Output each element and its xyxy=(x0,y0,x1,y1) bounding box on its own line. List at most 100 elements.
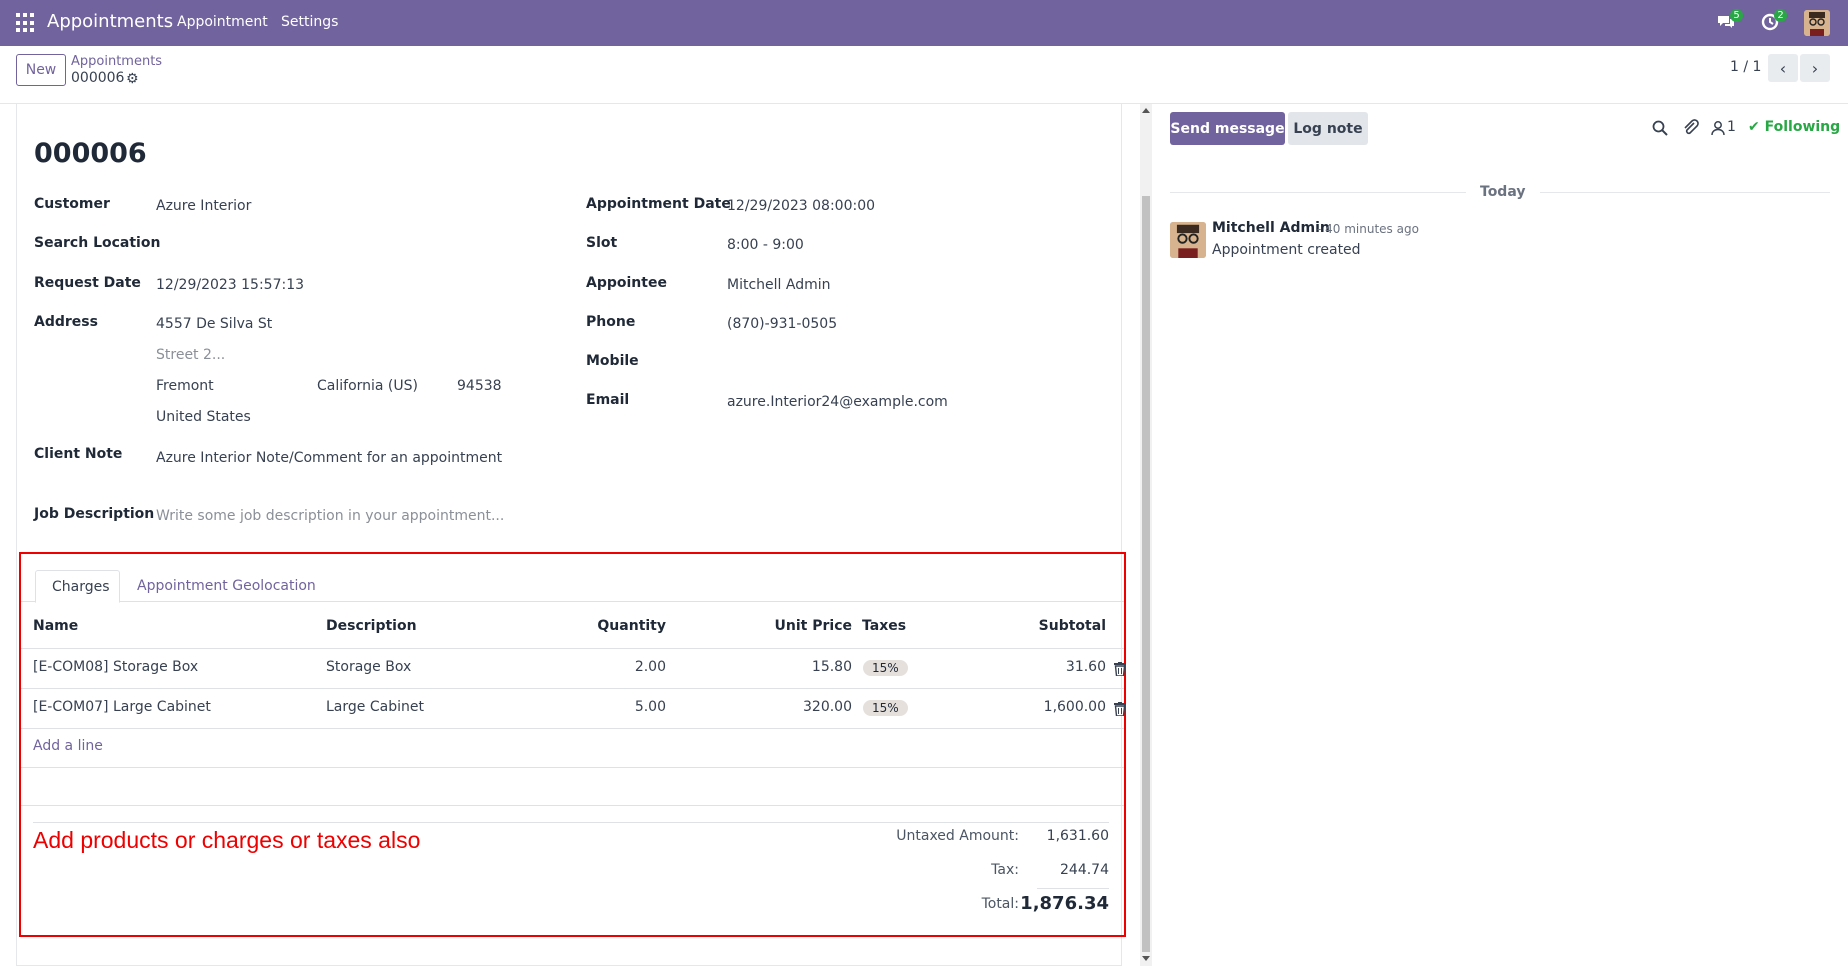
header-divider xyxy=(21,648,1124,649)
message-time: - 40 minutes ago xyxy=(1317,222,1419,236)
tax-badge[interactable]: 15% xyxy=(863,700,908,716)
chatter-panel: Send message Log note 1 ✔ Following Toda… xyxy=(1152,104,1848,966)
control-panel: New Appointments 000006 ⚙ 1 / 1 ‹ › xyxy=(0,46,1848,104)
request-date-field[interactable]: 12/29/2023 15:57:13 xyxy=(156,277,304,293)
job-description-label: Job Description xyxy=(34,506,155,522)
notebook-tabs: Charges Appointment Geolocation xyxy=(21,570,1124,603)
col-description[interactable]: Description xyxy=(326,618,417,634)
customer-label: Customer xyxy=(34,196,110,212)
col-taxes[interactable]: Taxes xyxy=(862,618,906,634)
line-quantity[interactable]: 5.00 xyxy=(541,699,666,715)
breadcrumb-parent[interactable]: Appointments xyxy=(71,54,162,69)
line-subtotal: 1,600.00 xyxy=(1043,699,1106,715)
form-sheet: 000006 Customer Azure Interior Search Lo… xyxy=(16,104,1126,966)
mobile-field[interactable] xyxy=(727,353,1107,373)
street-field[interactable]: 4557 De Silva St xyxy=(156,316,272,332)
line-description[interactable]: Large Cabinet xyxy=(326,699,424,715)
charges-notebook: Charges Appointment Geolocation Name Des… xyxy=(19,552,1126,937)
gear-icon[interactable]: ⚙ xyxy=(126,71,139,87)
line-name[interactable]: [E-COM07] Large Cabinet xyxy=(33,699,211,715)
menu-settings[interactable]: Settings xyxy=(281,14,338,30)
address-label: Address xyxy=(34,314,98,330)
scroll-up-arrow-icon[interactable] xyxy=(1142,108,1150,113)
vertical-scrollbar[interactable] xyxy=(1140,104,1152,966)
top-navbar: Appointments Appointment Settings 5 2 xyxy=(0,0,1848,46)
user-avatar[interactable] xyxy=(1804,10,1830,36)
row-divider xyxy=(21,805,1124,806)
line-subtotal: 31.60 xyxy=(1065,659,1106,675)
date-separator: Today xyxy=(1480,184,1526,200)
scrollbar-thumb[interactable] xyxy=(1142,196,1150,952)
message-body: Appointment created xyxy=(1212,242,1361,258)
job-description-field[interactable]: Write some job description in your appoi… xyxy=(156,508,504,524)
activities-badge: 2 xyxy=(1774,9,1787,22)
breadcrumb-current: 000006 xyxy=(71,70,125,86)
totals-divider xyxy=(33,822,1109,823)
country-field[interactable]: United States xyxy=(156,409,251,425)
row-divider xyxy=(21,767,1124,768)
tab-appointment-geolocation[interactable]: Appointment Geolocation xyxy=(121,570,332,603)
line-name[interactable]: [E-COM08] Storage Box xyxy=(33,659,198,675)
separator-line xyxy=(1540,192,1830,193)
scroll-down-arrow-icon[interactable] xyxy=(1142,956,1150,961)
tab-charges[interactable]: Charges xyxy=(35,570,120,603)
menu-appointment[interactable]: Appointment xyxy=(177,14,268,30)
separator-line xyxy=(1170,192,1466,193)
trash-icon[interactable] xyxy=(1114,662,1126,676)
col-name[interactable]: Name xyxy=(33,618,78,634)
app-name[interactable]: Appointments xyxy=(47,11,173,32)
appointee-label: Appointee xyxy=(586,275,667,291)
new-button[interactable]: New xyxy=(16,54,66,86)
untaxed-amount-value: 1,631.60 xyxy=(1046,828,1109,844)
slot-field[interactable]: 8:00 - 9:00 xyxy=(727,237,804,253)
line-description[interactable]: Storage Box xyxy=(326,659,411,675)
appointee-field[interactable]: Mitchell Admin xyxy=(727,277,831,293)
activities-icon[interactable]: 2 xyxy=(1760,9,1787,34)
col-quantity[interactable]: Quantity xyxy=(541,618,666,634)
paperclip-icon[interactable] xyxy=(1682,119,1700,137)
line-quantity[interactable]: 2.00 xyxy=(541,659,666,675)
line-unit-price[interactable]: 15.80 xyxy=(671,659,852,675)
trash-icon[interactable] xyxy=(1114,702,1126,716)
client-note-label: Client Note xyxy=(34,446,123,462)
pager-next-button[interactable]: › xyxy=(1800,54,1830,82)
following-label: Following xyxy=(1764,119,1841,135)
add-line-link[interactable]: Add a line xyxy=(33,738,103,754)
message-author-avatar[interactable] xyxy=(1170,222,1206,258)
message-author[interactable]: Mitchell Admin xyxy=(1212,220,1330,236)
followers-icon[interactable] xyxy=(1709,119,1727,137)
appointment-date-field[interactable]: 12/29/2023 08:00:00 xyxy=(727,198,875,214)
search-location-field[interactable] xyxy=(156,235,556,255)
phone-field[interactable]: (870)-931-0505 xyxy=(727,316,837,332)
messages-badge: 5 xyxy=(1730,9,1743,22)
pager-value[interactable]: 1 / 1 xyxy=(1730,59,1761,75)
followers-count[interactable]: 1 xyxy=(1727,119,1736,135)
appointment-date-label: Appointment Date xyxy=(586,196,731,212)
messages-icon[interactable]: 5 xyxy=(1716,9,1743,34)
log-note-button[interactable]: Log note xyxy=(1288,112,1368,145)
slot-label: Slot xyxy=(586,235,618,251)
email-field[interactable]: azure.Interior24@example.com xyxy=(727,394,948,410)
state-field[interactable]: California (US) xyxy=(317,378,418,394)
tax-badge[interactable]: 15% xyxy=(863,660,908,676)
row-divider xyxy=(21,688,1124,689)
city-field[interactable]: Fremont xyxy=(156,378,214,394)
pager-previous-button[interactable]: ‹ xyxy=(1768,54,1798,82)
line-unit-price[interactable]: 320.00 xyxy=(671,699,852,715)
street2-field[interactable]: Street 2... xyxy=(156,347,225,363)
apps-menu-icon[interactable] xyxy=(16,13,36,33)
search-location-label: Search Location xyxy=(34,235,161,251)
annotation-text: Add products or charges or taxes also xyxy=(33,827,421,853)
check-icon: ✔ xyxy=(1748,119,1765,135)
record-title: 000006 xyxy=(34,138,147,169)
zip-field[interactable]: 94538 xyxy=(457,378,502,394)
col-subtotal[interactable]: Subtotal xyxy=(921,618,1106,634)
client-note-field[interactable]: Azure Interior Note/Comment for an appoi… xyxy=(156,450,502,466)
customer-field[interactable]: Azure Interior xyxy=(156,198,251,214)
mobile-label: Mobile xyxy=(586,353,639,369)
send-message-button[interactable]: Send message xyxy=(1170,112,1285,145)
following-button[interactable]: ✔ Following xyxy=(1748,119,1840,135)
row-divider xyxy=(21,728,1124,729)
search-icon[interactable] xyxy=(1651,119,1669,137)
col-unit-price[interactable]: Unit Price xyxy=(671,618,852,634)
